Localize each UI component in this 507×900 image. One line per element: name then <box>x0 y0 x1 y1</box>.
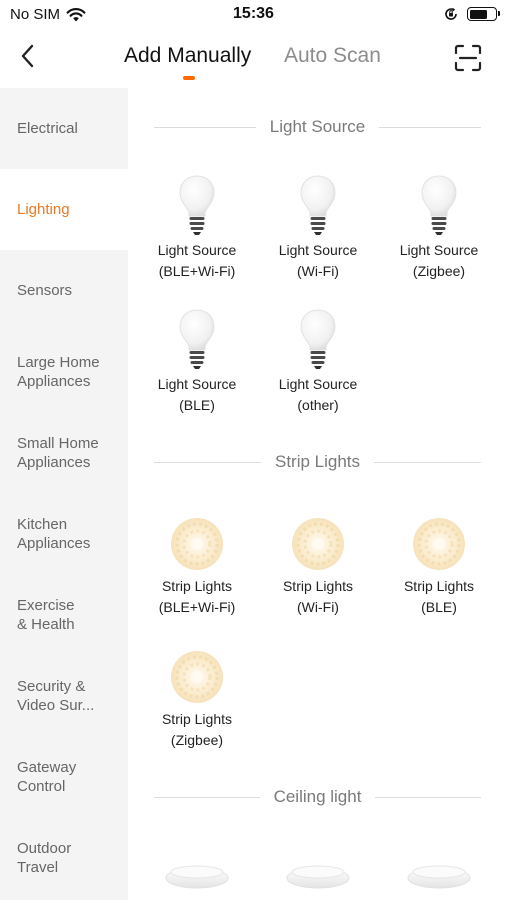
device-icon-box <box>137 641 257 705</box>
device-ceiling-light[interactable] <box>379 856 499 890</box>
status-right <box>443 6 500 22</box>
battery-icon <box>467 7 500 21</box>
device-light-source-other[interactable]: Light Source (other) <box>258 306 378 416</box>
light-bulb-icon <box>300 309 336 370</box>
device-label: Strip Lights (BLE) <box>403 578 475 615</box>
divider <box>154 126 256 128</box>
device-icon-box <box>137 306 257 370</box>
tab-add-manually[interactable]: Add Manually <box>124 44 251 68</box>
device-ceiling-light[interactable] <box>137 856 257 890</box>
device-label: Light Source (BLE) <box>157 376 237 413</box>
device-icon-box <box>258 306 378 370</box>
section-header-light-source: Light Source <box>154 115 482 139</box>
divider <box>379 126 482 128</box>
active-tab-indicator <box>183 76 195 80</box>
orientation-lock-icon <box>445 7 457 20</box>
device-icon-box <box>137 856 257 890</box>
light-bulb-icon <box>421 175 457 236</box>
ceiling-light-icon <box>165 865 229 889</box>
strip-light-icon <box>290 516 346 572</box>
device-label: Light Source (Zigbee) <box>399 242 479 279</box>
tab-auto-scan[interactable]: Auto Scan <box>284 44 381 68</box>
device-light-source-ble-wifi[interactable]: Light Source (BLE+Wi-Fi) <box>137 172 257 282</box>
sidebar-item-small-home-appliances[interactable]: Small Home Appliances <box>0 412 128 493</box>
device-label: Strip Lights (Wi-Fi) <box>282 578 354 615</box>
device-label: Light Source (BLE+Wi-Fi) <box>157 242 237 279</box>
device-strip-lights-ble-wifi[interactable]: Strip Lights (BLE+Wi-Fi) <box>137 508 257 618</box>
section-header-strip-lights: Strip Lights <box>154 450 482 474</box>
sidebar-item-exercise-health[interactable]: Exercise & Health <box>0 574 128 655</box>
divider <box>154 796 260 798</box>
divider <box>374 461 482 463</box>
device-icon-box <box>379 856 499 890</box>
back-button[interactable] <box>14 42 40 70</box>
section-header-ceiling-light: Ceiling light <box>154 785 482 809</box>
ceiling-light-icon <box>286 865 350 889</box>
category-sidebar: Electrical Lighting Sensors Large Home A… <box>0 88 128 900</box>
device-icon-box <box>137 172 257 236</box>
device-light-source-wifi[interactable]: Light Source (Wi-Fi) <box>258 172 378 282</box>
strip-light-icon <box>169 516 225 572</box>
device-ceiling-light[interactable] <box>258 856 378 890</box>
section-title: Ceiling light <box>273 787 362 806</box>
light-bulb-icon <box>300 175 336 236</box>
ceiling-light-icon <box>407 865 471 889</box>
sidebar-item-sensors[interactable]: Sensors <box>0 250 128 331</box>
sidebar-item-kitchen-appliances[interactable]: Kitchen Appliances <box>0 493 128 574</box>
device-icon-box <box>258 856 378 890</box>
device-label: Strip Lights (Zigbee) <box>161 711 233 748</box>
device-icon-box <box>379 508 499 572</box>
clock: 15:36 <box>233 5 274 22</box>
device-list: Light Source Light Source (BLE+Wi-Fi) Li… <box>128 88 507 900</box>
sidebar-item-lighting[interactable]: Lighting <box>0 169 128 250</box>
device-strip-lights-wifi[interactable]: Strip Lights (Wi-Fi) <box>258 508 378 618</box>
scan-icon <box>454 44 482 72</box>
light-bulb-icon <box>179 175 215 236</box>
device-icon-box <box>258 172 378 236</box>
device-label: Light Source (Wi-Fi) <box>278 242 358 279</box>
device-strip-lights-zigbee[interactable]: Strip Lights (Zigbee) <box>137 641 257 751</box>
sidebar-item-electrical[interactable]: Electrical <box>0 88 128 169</box>
sidebar-item-security-video[interactable]: Security & Video Sur... <box>0 655 128 736</box>
divider <box>154 461 261 463</box>
chevron-left-icon <box>21 44 34 68</box>
device-icon-box <box>379 172 499 236</box>
section-title: Light Source <box>269 117 366 136</box>
sidebar-item-outdoor-travel[interactable]: Outdoor Travel <box>0 817 128 898</box>
status-bar: No SIM 15:36 <box>0 0 507 30</box>
light-bulb-icon <box>179 309 215 370</box>
device-strip-lights-ble[interactable]: Strip Lights (BLE) <box>379 508 499 618</box>
nav-bar: Add Manually Auto Scan <box>0 30 507 86</box>
device-light-source-zigbee[interactable]: Light Source (Zigbee) <box>379 172 499 282</box>
device-label: Light Source (other) <box>278 376 358 413</box>
device-light-source-ble[interactable]: Light Source (BLE) <box>137 306 257 416</box>
device-icon-box <box>258 508 378 572</box>
device-icon-box <box>137 508 257 572</box>
strip-light-icon <box>169 649 225 705</box>
device-label: Strip Lights (BLE+Wi-Fi) <box>158 578 236 615</box>
section-title: Strip Lights <box>274 452 361 471</box>
sidebar-item-large-home-appliances[interactable]: Large Home Appliances <box>0 331 128 412</box>
strip-light-icon <box>411 516 467 572</box>
sidebar-item-gateway-control[interactable]: Gateway Control <box>0 736 128 817</box>
divider <box>375 796 482 798</box>
scan-button[interactable] <box>453 44 483 72</box>
